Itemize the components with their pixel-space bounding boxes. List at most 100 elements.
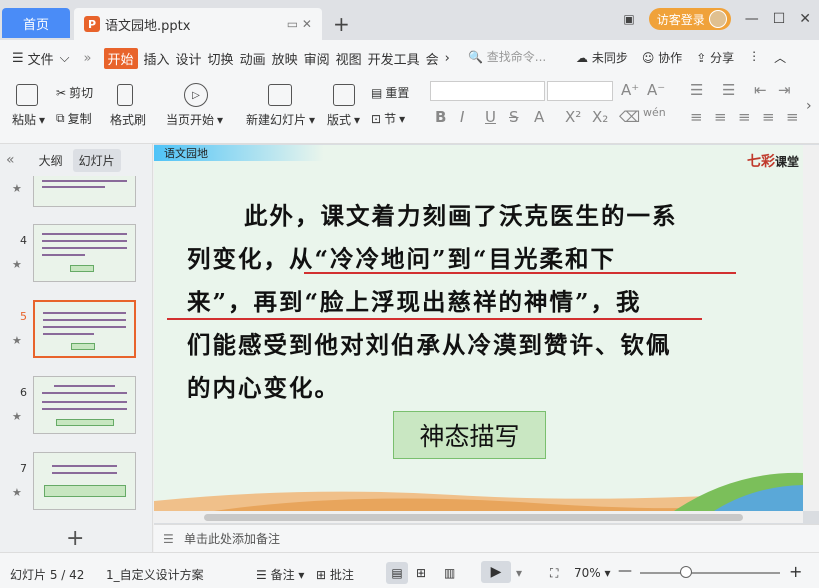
new-slide-button[interactable]: 新建幻灯片 ▾ [246,111,315,128]
slide-row-6[interactable]: 6 ★ [0,376,150,438]
font-color-icon[interactable]: A [534,108,544,126]
slide-thumbnail-selected[interactable] [33,300,136,358]
visitor-login-button[interactable]: 访客登录 [648,8,731,30]
share-button[interactable]: ⇪ 分享 [696,49,734,66]
numbered-list-icon[interactable]: ☰ [722,81,735,99]
add-slide-button[interactable]: + [66,526,84,551]
paste-button[interactable]: 粘贴 ▾ [12,111,45,128]
more-options-icon[interactable]: ⋮ [748,49,760,66]
maximize-icon[interactable]: ☐ [773,11,786,27]
font-grow-icon[interactable]: A⁺ [621,81,639,99]
slide-thumbnail[interactable] [33,376,136,434]
ribbon-scroll-right-icon[interactable]: › [806,98,812,114]
menu-file[interactable]: 文件 [28,49,54,68]
page-count-icon[interactable]: ▣ [623,12,634,26]
superscript-icon[interactable]: X² [565,108,581,126]
align-left-icon[interactable]: ≡ [690,108,703,126]
section-button[interactable]: ⊡ 节 ▾ [371,110,405,127]
chevron-down-icon[interactable]: ▾ [516,566,522,580]
more-icon[interactable]: » [84,51,92,66]
decrease-indent-icon[interactable]: ⇤ [754,81,767,99]
menu-start[interactable]: 开始 [103,47,138,69]
subscript-icon[interactable]: X₂ [592,108,608,126]
menu-review[interactable]: 审阅 [304,49,330,68]
increase-indent-icon[interactable]: ⇥ [778,81,791,99]
menu-member[interactable]: 会 [426,49,439,68]
clear-format-icon[interactable]: ⌫ [619,108,640,126]
reset-button[interactable]: ▤ 重置 [371,84,409,101]
tab-outline[interactable]: 大纲 [39,152,63,169]
font-size-select[interactable] [547,81,613,101]
new-tab-button[interactable]: + [333,12,350,36]
tab-slides[interactable]: 幻灯片 [72,148,121,172]
play-from-current-icon[interactable]: ▷ [184,83,208,107]
new-slide-icon[interactable] [268,84,292,106]
file-menu-icon[interactable]: ☰ [12,51,24,66]
menu-design[interactable]: 设计 [176,49,202,68]
normal-view-icon[interactable]: ▤ [386,562,408,584]
minimize-icon[interactable]: — [745,11,759,27]
collapse-ribbon-icon[interactable]: ︿ [774,49,786,66]
unsynced-button[interactable]: ☁ 未同步 [576,49,628,66]
strikethrough-icon[interactable]: S [509,108,519,126]
fit-window-icon[interactable]: ⛶ [550,566,558,581]
cut-label: 剪切 [69,86,94,100]
slide-thumbnail[interactable] [33,224,136,282]
slide-sorter-icon[interactable]: ⊞ [416,566,426,580]
chevron-down-icon[interactable]: ⌵ [60,51,70,66]
underline-icon[interactable]: U [485,108,496,126]
font-shrink-icon[interactable]: A⁻ [647,81,665,99]
slide-thumbnail-partial[interactable] [33,176,136,207]
notes-area[interactable]: ☰ 单击此处添加备注 [154,524,819,552]
theme-name[interactable]: 1_自定义设计方案 [106,566,204,583]
italic-icon[interactable]: I [460,108,464,126]
menu-view[interactable]: 视图 [336,49,362,68]
reading-view-icon[interactable]: ▥ [444,566,455,580]
notes-button[interactable]: ☰ 备注 ▾ [256,566,304,583]
justify-icon[interactable]: ≡ [762,108,775,126]
zoom-level[interactable]: 70% ▾ [574,566,611,580]
distribute-icon[interactable]: ≡ [786,108,799,126]
format-painter-button[interactable]: 格式刷 [110,111,146,128]
slide-row-4[interactable]: 4 ★ [0,224,150,286]
collapse-panel-icon[interactable]: « [6,152,15,168]
phonetic-guide-icon[interactable]: wén [643,106,666,119]
menu-insert[interactable]: 插入 [144,49,170,68]
zoom-slider-thumb[interactable] [680,566,692,578]
slide-thumbnail[interactable] [33,452,136,510]
copy-button[interactable]: ⧉ 复制 [56,110,92,127]
paste-icon[interactable] [16,84,38,106]
comments-button[interactable]: ⊞ 批注 [316,566,354,583]
menu-developer[interactable]: 开发工具 [368,49,420,68]
horizontal-scroll-thumb[interactable] [204,514,743,521]
play-from-current-button[interactable]: 当页开始 ▾ [166,111,223,128]
font-name-select[interactable] [430,81,545,101]
collab-button[interactable]: ☺ 协作 [642,49,682,66]
home-tab[interactable]: 首页 [2,8,70,38]
cut-button[interactable]: ✂ 剪切 [56,84,93,101]
document-tab[interactable]: P 语文园地.pptx ▭ ✕ [74,8,322,40]
align-right-icon[interactable]: ≡ [738,108,751,126]
layout-button[interactable]: 版式 ▾ [327,111,360,128]
command-search[interactable]: 🔍 查找命令... [468,48,546,65]
tab-close-icon[interactable]: ▭ ✕ [287,17,312,31]
slide[interactable]: 语文园地 七彩课堂 此外，课文着力刻画了沃克医生的一系 列变化，从“冷冷地问”到… [154,145,803,511]
slide-row-5[interactable]: 5 ★ [0,300,150,362]
slide-row-7[interactable]: 7 ★ [0,452,150,514]
vertical-scrollbar[interactable] [803,145,819,511]
align-center-icon[interactable]: ≡ [714,108,727,126]
zoom-slider[interactable] [640,572,780,574]
zoom-in-icon[interactable]: + [789,562,802,581]
menu-transition[interactable]: 切换 [208,49,234,68]
bold-icon[interactable]: B [435,108,446,126]
menu-scroll-right-icon[interactable]: › [445,51,450,66]
play-slideshow-icon[interactable]: ▶ [481,561,511,583]
layout-icon[interactable] [333,84,355,106]
format-painter-icon[interactable] [117,84,133,106]
bullet-list-icon[interactable]: ☰ [690,81,703,99]
menu-slideshow[interactable]: 放映 [272,49,298,68]
red-underline [304,272,736,274]
zoom-out-icon[interactable]: — [618,563,632,579]
close-icon[interactable]: ✕ [799,11,811,27]
menu-animation[interactable]: 动画 [240,49,266,68]
